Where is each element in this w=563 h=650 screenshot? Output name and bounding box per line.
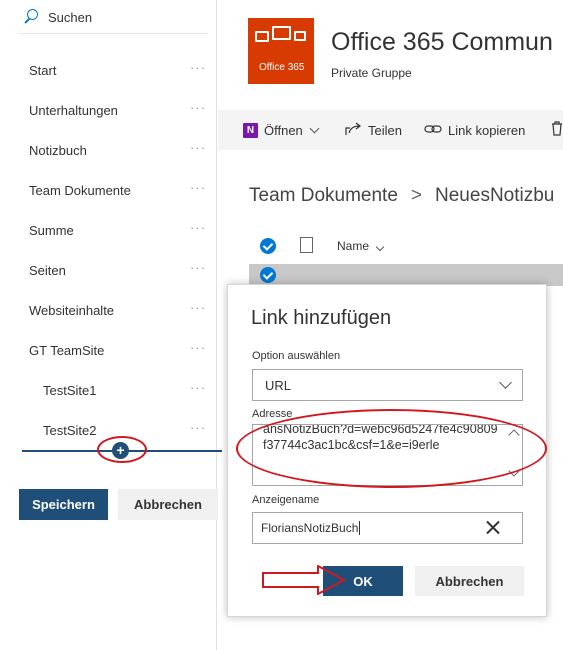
sidebar-item-label: TestSite2 [43,422,97,438]
sidebar-item-gt-teamsite[interactable]: GT TeamSite ··· [0,339,210,361]
share-button[interactable]: Teilen [345,110,402,150]
row-checkbox[interactable] [260,267,276,283]
copy-link-label: Link kopieren [448,122,526,138]
site-subtitle: Private Gruppe [331,66,412,80]
breadcrumb-current: NeuesNotizbu [435,185,555,206]
sidebar-item-start[interactable]: Start ··· [0,59,210,81]
select-all-checkbox[interactable] [260,238,276,254]
site-logo: Office 365 [248,18,314,84]
more-options-icon[interactable]: ··· [190,180,206,195]
left-navigation: Suchen Start ··· Unterhaltungen ··· Noti… [0,0,222,650]
more-options-icon[interactable]: ··· [190,300,206,315]
sidebar-item-label: GT TeamSite [29,342,105,358]
text-cursor [359,521,361,535]
sidebar-item-summe[interactable]: Summe ··· [0,219,210,241]
sidebar-item-testsite2[interactable]: TestSite2 ··· [0,419,210,441]
more-options-icon[interactable]: ··· [190,260,206,275]
sidebar-item-label: Websiteinhalte [29,302,115,318]
sidebar-item-team-dokumente[interactable]: Team Dokumente ··· [0,179,210,201]
annotation-arrow-icon [262,565,346,595]
search-underline [18,33,208,34]
column-name-label: Name [337,239,370,253]
more-options-icon[interactable]: ··· [190,380,206,395]
sidebar-item-label: Notizbuch [29,142,87,158]
open-button[interactable]: N Öffnen [243,110,320,150]
sidebar-item-seiten[interactable]: Seiten ··· [0,259,210,281]
add-link-icon[interactable]: + [112,442,129,459]
logo-label: Office 365 [259,62,305,73]
scroll-up-icon[interactable] [508,429,520,441]
sidebar-item-label: Summe [29,222,74,238]
share-label: Teilen [368,122,402,138]
copy-link-button[interactable]: Link kopieren [424,110,525,150]
search-label: Suchen [48,9,93,25]
save-button[interactable]: Speichern [19,489,108,520]
address-label: Adresse [252,408,293,420]
dialog-title: Link hinzufügen [251,307,392,329]
cancel-edit-button[interactable]: Abbrechen [118,489,218,520]
sidebar-item-unterhaltungen[interactable]: Unterhaltungen ··· [0,99,210,121]
command-bar: N Öffnen Teilen Link kopieren [218,110,563,150]
sidebar-item-notizbuch[interactable]: Notizbuch ··· [0,139,210,161]
site-title: Office 365 Commun [331,28,553,56]
table-row[interactable] [249,264,563,286]
address-value: ansNotizBuch?d=webc96d5247fe4c90809f3774… [263,424,498,452]
breadcrumb: Team Dokumente > NeuesNotizbu [249,185,554,207]
scroll-down-icon[interactable] [508,465,520,477]
chevron-down-icon [309,123,320,133]
sidebar-item-label: Team Dokumente [29,182,131,198]
sidebar-item-websiteinhalte[interactable]: Websiteinhalte ··· [0,299,210,321]
sidebar-item-label: Unterhaltungen [29,102,118,118]
search-icon [22,8,40,26]
sidebar-item-label: TestSite1 [43,382,97,398]
trash-icon [551,121,563,139]
clear-icon[interactable] [482,517,504,539]
more-options-icon[interactable]: ··· [190,140,206,155]
more-options-icon[interactable]: ··· [190,340,206,355]
sidebar-item-label: Start [29,62,57,78]
more-options-icon[interactable]: ··· [190,60,206,75]
display-name-label: Anzeigename [252,494,320,506]
device-icon [294,31,306,41]
column-header-name[interactable]: Name [337,239,385,253]
more-options-icon[interactable]: ··· [190,220,206,235]
link-icon [424,123,442,138]
cancel-button[interactable]: Abbrechen [415,566,524,596]
chevron-down-icon [499,376,512,389]
sidebar-item-label: Seiten [29,262,66,278]
list-header: Name [249,232,563,260]
more-options-icon[interactable]: ··· [190,420,206,435]
sort-chevron-icon [376,242,385,252]
search-box[interactable]: Suchen [22,6,212,28]
file-type-icon [300,237,313,253]
device-icon [255,31,269,42]
option-selected-value: URL [265,377,292,393]
open-label: Öffnen [264,122,303,138]
display-name-value: FloriansNotizBuch [261,521,359,535]
more-options-icon[interactable]: ··· [190,100,206,115]
display-name-field[interactable]: FloriansNotizBuch [252,512,523,544]
sidebar-item-testsite1[interactable]: TestSite1 ··· [0,379,210,401]
breadcrumb-parent[interactable]: Team Dokumente [249,185,398,206]
option-select[interactable]: URL [252,369,523,401]
delete-button[interactable] [551,110,563,150]
option-label: Option auswählen [252,350,341,362]
onenote-icon: N [243,122,258,138]
monitor-icon [272,26,291,40]
breadcrumb-separator: > [410,185,423,206]
address-field[interactable]: ansNotizBuch?d=webc96d5247fe4c90809f3774… [252,424,523,486]
share-icon [345,122,362,139]
